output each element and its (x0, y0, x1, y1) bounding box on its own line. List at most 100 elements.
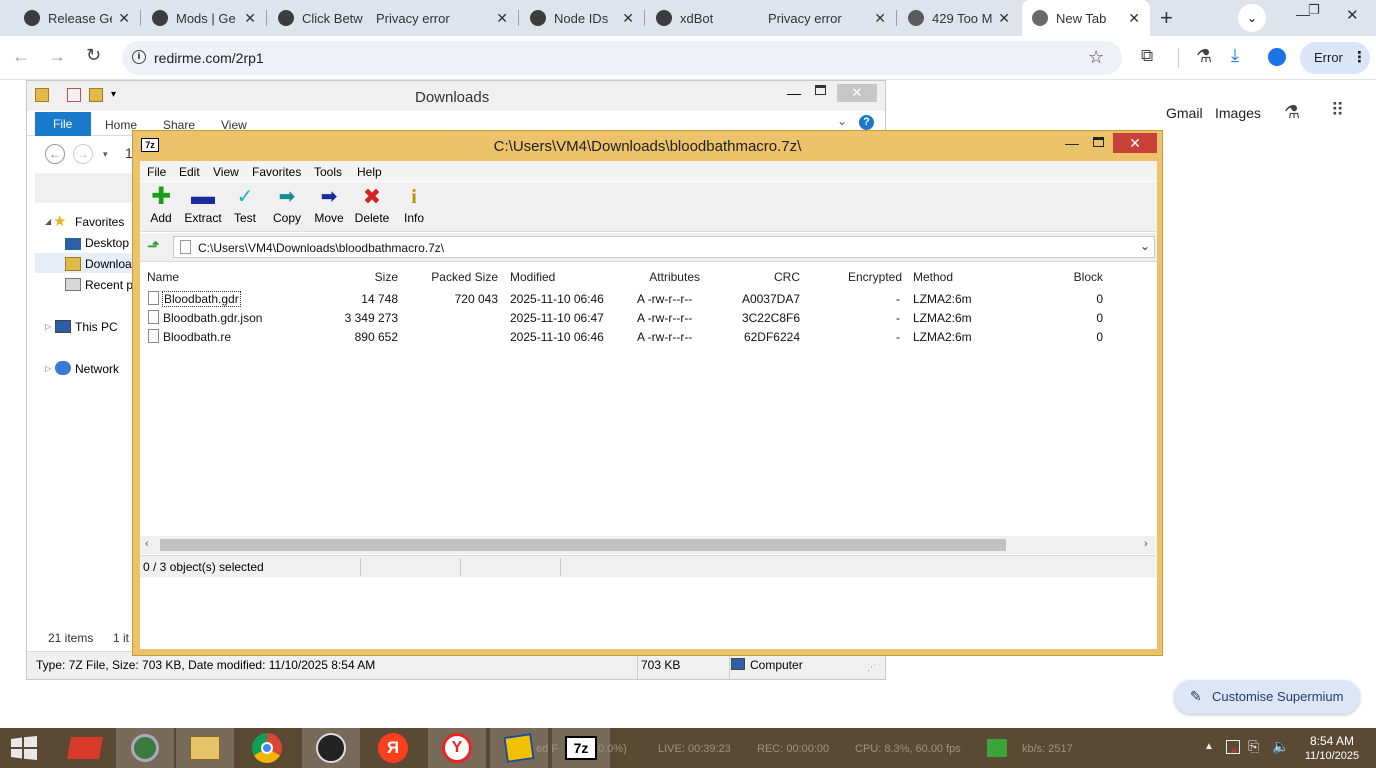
chevron-down-icon[interactable]: ⌄ (837, 114, 847, 128)
taskbar-yandex[interactable]: Я (364, 728, 422, 768)
taskbar-chrome[interactable] (238, 728, 296, 768)
volume-icon[interactable]: 🔈 (1272, 738, 1289, 755)
maximize-icon[interactable] (815, 85, 826, 95)
address-bar[interactable]: i redirme.com/2rp1 ☆ (122, 41, 1122, 75)
column-header-crc[interactable]: CRC (740, 270, 800, 284)
table-row[interactable]: Bloodbath.gdr 14 748 720 043 2025-11-10 … (140, 288, 1157, 307)
close-icon[interactable]: ✕ (118, 10, 130, 27)
up-folder-icon[interactable]: ⬏ (147, 237, 160, 255)
column-header-attributes[interactable]: Attributes (630, 270, 700, 284)
tray-chevron-icon[interactable]: ▲ (1204, 741, 1214, 752)
menu-favorites[interactable]: Favorites (252, 165, 301, 179)
close-icon[interactable]: ✕ (622, 10, 634, 27)
tab-429[interactable]: 429 Too M ✕ (898, 0, 1020, 36)
forward-icon[interactable]: → (73, 144, 93, 164)
taskbar-file-explorer[interactable] (176, 728, 234, 768)
profile-icon[interactable] (1268, 48, 1286, 66)
scrollbar-thumb[interactable] (160, 539, 1006, 551)
menu-edit[interactable]: Edit (179, 165, 200, 179)
ribbon-file-tab[interactable]: File (35, 112, 91, 136)
close-icon[interactable]: ✕ (244, 10, 256, 27)
column-header-packed-size[interactable]: Packed Size (416, 270, 498, 284)
new-tab-button[interactable]: + (1160, 5, 1173, 31)
column-header-modified[interactable]: Modified (510, 270, 555, 284)
clock-time[interactable]: 8:54 AM (1300, 734, 1364, 748)
nav-favorites[interactable]: Favorites (75, 215, 124, 229)
scroll-right-icon[interactable]: › (1144, 538, 1148, 550)
minimize-icon[interactable]: — (787, 85, 801, 101)
taskbar-app-globe[interactable] (116, 728, 174, 768)
info-button[interactable]: i Info (389, 186, 439, 225)
close-icon[interactable]: ✕ (998, 10, 1010, 27)
column-header-encrypted[interactable]: Encrypted (820, 270, 902, 284)
menu-tools[interactable]: Tools (314, 165, 342, 179)
chevron-down-icon[interactable]: ▾ (103, 149, 108, 160)
apps-grid-icon[interactable]: ⠿ (1331, 100, 1344, 121)
properties-icon[interactable] (67, 88, 81, 102)
expand-icon[interactable]: ▷ (45, 322, 51, 331)
close-icon[interactable]: ✕ (1128, 10, 1140, 27)
tab-xdbot[interactable]: xdBot Privacy error ✕ (646, 0, 896, 36)
close-window-icon[interactable]: ✕ (1346, 6, 1359, 24)
labs-icon[interactable]: ⚗ (1284, 102, 1300, 123)
taskbar-yandex-browser[interactable]: Y (428, 728, 486, 768)
new-folder-icon[interactable] (89, 88, 103, 102)
menu-file[interactable]: File (147, 165, 166, 179)
reload-icon[interactable]: ↻ (86, 45, 101, 66)
tab-click-between[interactable]: Click Betw Privacy error ✕ (268, 0, 518, 36)
column-header-name[interactable]: Name (147, 270, 179, 284)
collapse-icon[interactable]: ◢ (45, 217, 51, 226)
download-icon[interactable]: ⤓ (1231, 45, 1239, 66)
tab-node-ids[interactable]: Node IDs ✕ (520, 0, 644, 36)
nav-downloads[interactable]: Downloa (85, 257, 132, 271)
tab-search-button[interactable]: ⌄ (1238, 4, 1266, 32)
table-row[interactable]: Bloodbath.re 890 652 2025-11-10 06:46 A … (140, 326, 1157, 345)
menu-view[interactable]: View (213, 165, 239, 179)
column-header-size[interactable]: Size (340, 270, 398, 284)
nav-recent-places[interactable]: Recent p (85, 278, 133, 292)
profile-error-button[interactable]: Error ⋮ (1300, 42, 1370, 74)
close-icon[interactable]: ✕ (1113, 133, 1157, 153)
nav-network[interactable]: Network (75, 362, 119, 376)
path-text[interactable]: C:\Users\VM4\Downloads\bloodbathmacro.7z… (198, 241, 444, 255)
column-header-block[interactable]: Block (1040, 270, 1103, 284)
restore-icon[interactable]: ❐ (1308, 2, 1320, 18)
customise-button[interactable]: ✎ Customise Supermium (1174, 680, 1360, 714)
tab-new-tab[interactable]: New Tab ✕ (1022, 0, 1150, 36)
chevron-down-icon[interactable]: ⌄ (1140, 239, 1150, 253)
column-header-method[interactable]: Method (913, 270, 953, 284)
tab-release[interactable]: Release Ge ✕ (14, 0, 140, 36)
gmail-link[interactable]: Gmail (1166, 105, 1203, 121)
maximize-icon[interactable] (1093, 137, 1104, 147)
site-info-icon[interactable]: i (132, 50, 146, 64)
help-icon[interactable]: ? (859, 115, 874, 130)
close-icon[interactable]: ✕ (837, 84, 877, 102)
path-combobox[interactable]: C:\Users\VM4\Downloads\bloodbathmacro.7z… (173, 236, 1155, 258)
nav-desktop[interactable]: Desktop (85, 236, 129, 250)
labs-icon[interactable]: ⚗ (1196, 46, 1212, 67)
tab-mods[interactable]: Mods | Ge ✕ (142, 0, 266, 36)
bookmark-star-icon[interactable]: ☆ (1088, 47, 1104, 68)
taskbar-obs[interactable] (302, 728, 360, 768)
extensions-icon[interactable]: ⧉ (1141, 46, 1153, 66)
windows-start-icon[interactable] (10, 736, 38, 760)
table-row[interactable]: Bloodbath.gdr.json 3 349 273 2025-11-10 … (140, 307, 1157, 326)
forward-icon[interactable]: → (48, 46, 66, 67)
resize-grip-icon[interactable]: ⋰ (867, 662, 876, 673)
network-tray-icon[interactable]: ⎘ (1248, 738, 1259, 755)
back-icon[interactable]: ← (12, 46, 30, 67)
images-link[interactable]: Images (1215, 105, 1261, 121)
menu-help[interactable]: Help (357, 165, 382, 179)
chevron-down-icon[interactable]: ▾ (111, 89, 116, 100)
close-icon[interactable]: ✕ (496, 10, 508, 27)
expand-icon[interactable]: ▷ (45, 364, 51, 373)
back-icon[interactable]: ← (45, 144, 65, 164)
clock-date[interactable]: 11/10/2025 (1300, 750, 1364, 762)
nav-this-pc[interactable]: This PC (75, 320, 118, 334)
taskbar-app-red[interactable] (56, 728, 114, 768)
scroll-left-icon[interactable]: ‹ (145, 538, 149, 550)
close-icon[interactable]: ✕ (874, 10, 886, 27)
minimize-icon[interactable]: — (1065, 135, 1079, 151)
horizontal-scrollbar[interactable]: ‹ › (140, 536, 1157, 554)
url-text[interactable]: redirme.com/2rp1 (154, 50, 264, 66)
